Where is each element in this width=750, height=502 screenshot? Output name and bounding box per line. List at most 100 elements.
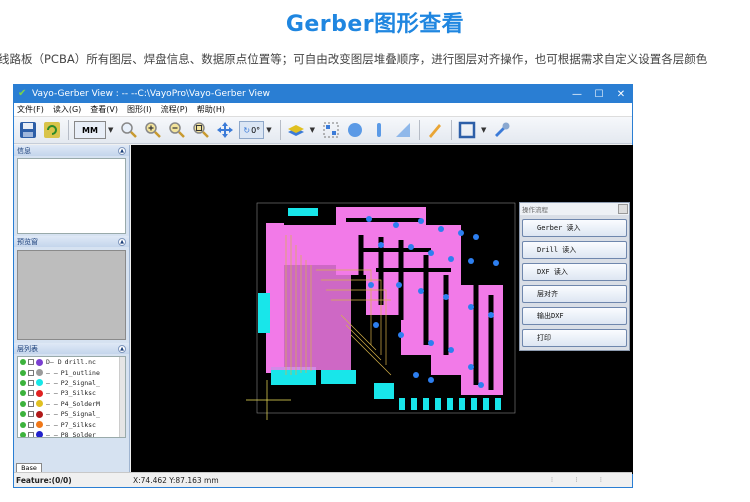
page-description: 线路板（PCBA）所有图层、焊盘信息、数据原点位置等；可自由改变图层堆叠顺序，进… (0, 52, 708, 66)
save-icon[interactable] (18, 120, 38, 140)
layer-prefix: — — (46, 410, 58, 419)
zoom-out-icon[interactable] (167, 120, 187, 140)
minimize-button[interactable]: — (566, 89, 588, 100)
layer-checkbox[interactable] (28, 411, 34, 418)
layers-panel-header[interactable]: 层列表 ▲ (14, 343, 129, 354)
flow-panel-close-button[interactable] (618, 204, 628, 214)
layer-row[interactable]: — — P1_outline (18, 367, 125, 377)
layer-row[interactable]: D— Ddrill.nc (18, 357, 125, 367)
visibility-icon[interactable] (20, 369, 26, 376)
preview-panel-header[interactable]: 预览窗 ▲ (14, 236, 129, 247)
app-logo-icon: ✔ (18, 88, 27, 99)
layer-checkbox[interactable] (28, 359, 34, 366)
status-bar: Feature:(0/0) X:74.462 Y:87.163 mm ⁞ ⁞ ⁞ (14, 472, 632, 487)
chevron-down-icon[interactable]: ▼ (108, 126, 113, 134)
layer-checkbox[interactable] (28, 431, 34, 437)
zoom-in-icon[interactable] (143, 120, 163, 140)
status-feature: Feature:(0/0) (16, 475, 72, 485)
layer-list-scrollbar[interactable] (119, 357, 125, 437)
layer-color-swatch[interactable] (36, 431, 43, 437)
drill-import-button[interactable]: Drill 读入 (522, 241, 627, 259)
layer-color-swatch[interactable] (36, 369, 43, 377)
visibility-icon[interactable] (20, 400, 26, 407)
menu-help[interactable]: 帮助(H) (197, 104, 225, 115)
title-bar[interactable]: ✔ Vayo-Gerber View : -- --C:\VayoPro\Vay… (14, 85, 632, 103)
preview-panel (17, 250, 126, 340)
menu-import[interactable]: 读入(G) (53, 104, 81, 115)
chevron-down-icon[interactable]: ▼ (481, 126, 486, 134)
layer-color-swatch[interactable] (36, 389, 43, 397)
layer-color-swatch[interactable] (36, 421, 43, 429)
layer-row[interactable]: — — P5_Signal_ (18, 409, 125, 419)
unit-selector[interactable]: MM (74, 121, 106, 139)
pencil-icon[interactable] (425, 120, 445, 140)
export-dxf-button[interactable]: 输出DXF (522, 307, 627, 325)
collapse-icon[interactable]: ▲ (118, 344, 126, 353)
layer-row[interactable]: — — P4_SolderM (18, 399, 125, 409)
layer-list: D— Ddrill.nc — — P1_outline — — P2_Signal_ — … (17, 356, 126, 438)
layer-checkbox[interactable] (28, 390, 34, 397)
page: Gerber图形查看 线路板（PCBA）所有图层、焊盘信息、数据原点位置等；可自… (0, 0, 750, 502)
frame-icon[interactable] (457, 120, 477, 140)
layer-prefix: — — (46, 368, 58, 377)
close-button[interactable]: ✕ (610, 89, 632, 100)
circle-shape-icon[interactable] (345, 120, 365, 140)
visibility-icon[interactable] (20, 431, 26, 437)
visibility-icon[interactable] (20, 379, 26, 386)
preview-panel-title: 预览窗 (17, 237, 38, 246)
layer-prefix: — — (46, 399, 58, 408)
rotate-angle-selector[interactable]: ↻ 0° (239, 121, 265, 139)
layer-name: P4_SolderM (60, 399, 100, 408)
layer-checkbox[interactable] (28, 400, 34, 407)
chevron-down-icon[interactable]: ▼ (310, 126, 315, 134)
layer-color-swatch[interactable] (36, 379, 43, 387)
toolbar-separator (279, 120, 281, 140)
info-panel-header[interactable]: 信息 ▲ (14, 145, 129, 156)
refresh-icon[interactable] (42, 120, 62, 140)
layer-name: P3_Silksc (60, 389, 96, 398)
toolbar-separator (418, 120, 420, 140)
collapse-icon[interactable]: ▲ (118, 237, 126, 246)
print-button[interactable]: 打印 (522, 329, 627, 347)
flow-panel-header: 操作流程 (520, 203, 629, 215)
layer-align-button[interactable]: 层对齐 (522, 285, 627, 303)
layer-checkbox[interactable] (28, 369, 34, 376)
zoom-fit-icon[interactable] (191, 120, 211, 140)
tools-icon[interactable] (492, 120, 512, 140)
visibility-icon[interactable] (20, 359, 26, 366)
gerber-import-button[interactable]: Gerber 读入 (522, 219, 627, 237)
layer-prefix: D— D (46, 358, 62, 367)
menu-view[interactable]: 查看(V) (90, 104, 118, 115)
menu-bar: 文件(F) 读入(G) 查看(V) 图形(I) 流程(P) 帮助(H) (14, 103, 632, 117)
layer-checkbox[interactable] (28, 421, 34, 428)
sidebar: 信息 ▲ 预览窗 ▲ 层列表 ▲ D— Ddrill.nc — — P1_outli… (14, 145, 130, 474)
zoom-icon[interactable] (119, 120, 139, 140)
layer-color-swatch[interactable] (36, 358, 43, 366)
layer-color-swatch[interactable] (36, 410, 43, 418)
line-shape-icon[interactable] (369, 120, 389, 140)
menu-file[interactable]: 文件(F) (17, 104, 44, 115)
select-points-icon[interactable] (321, 120, 341, 140)
layer-row[interactable]: — — P8_Solder (18, 430, 125, 437)
visibility-icon[interactable] (20, 390, 26, 397)
angle-shape-icon[interactable] (393, 120, 413, 140)
layer-row[interactable]: — — P3_Silksc (18, 388, 125, 398)
layer-checkbox[interactable] (28, 379, 34, 386)
collapse-icon[interactable]: ▲ (118, 146, 126, 155)
layer-prefix: — — (46, 420, 58, 429)
maximize-button[interactable]: ☐ (588, 89, 610, 100)
layer-prefix: — — (46, 389, 58, 398)
menu-graphics[interactable]: 图形(I) (127, 104, 152, 115)
layer-color-swatch[interactable] (36, 400, 43, 408)
dxf-import-button[interactable]: DXF 读入 (522, 263, 627, 281)
app-window: ✔ Vayo-Gerber View : -- --C:\VayoPro\Vay… (13, 84, 633, 488)
pan-icon[interactable] (215, 120, 235, 140)
chevron-down-icon[interactable]: ▼ (266, 126, 271, 134)
menu-process[interactable]: 流程(P) (161, 104, 188, 115)
visibility-icon[interactable] (20, 421, 26, 428)
visibility-icon[interactable] (20, 411, 26, 418)
gerber-canvas[interactable]: 操作流程 Gerber 读入 Drill 读入 DXF 读入 层对齐 输出DXF… (131, 145, 633, 474)
layer-row[interactable]: — — P7_Silksc (18, 419, 125, 429)
layer-row[interactable]: — — P2_Signal_ (18, 378, 125, 388)
layer-stack-icon[interactable] (286, 120, 306, 140)
